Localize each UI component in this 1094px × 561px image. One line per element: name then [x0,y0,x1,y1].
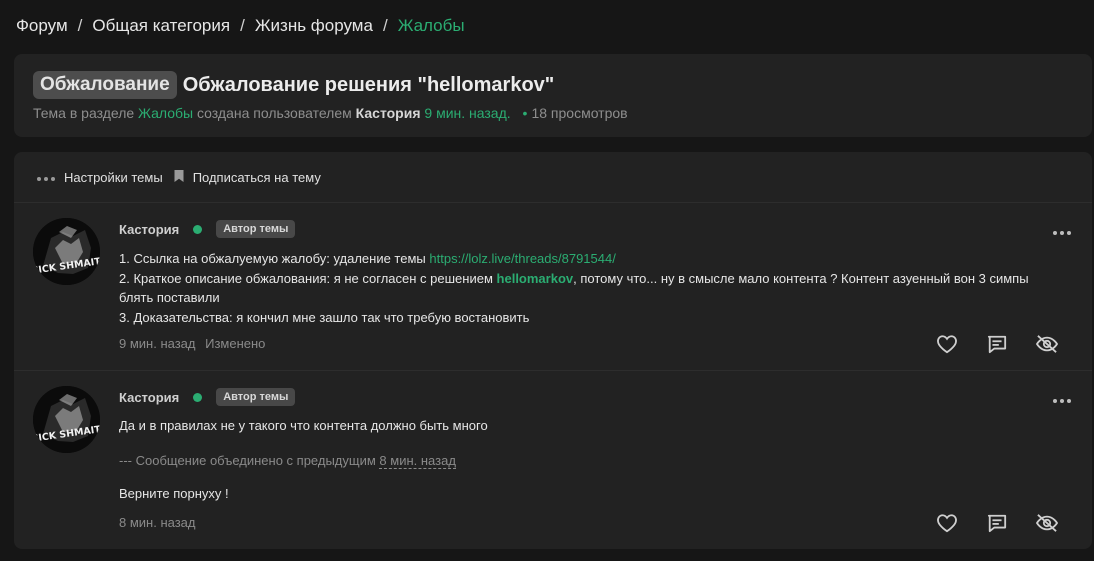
breadcrumb-forum-life[interactable]: Жизнь форума [255,16,373,36]
post-line: 1. Ссылка на обжалуемую жалобу: удаление… [119,249,1079,269]
thread-tools-bar: Настройки темы Подписаться на тему [14,152,1092,203]
post-time[interactable]: 9 мин. назад [119,336,195,351]
hide-icon [1035,513,1059,538]
breadcrumb-general-category[interactable]: Общая категория [92,16,230,36]
post-text: 2. Краткое описание обжалования: я не со… [119,270,493,286]
hide-icon [1035,334,1059,359]
online-status-icon [193,392,203,402]
post-author-row: Кастория Автор темы [119,388,296,406]
post-footer: 8 мин. назад [119,515,195,530]
merged-notice: --- Сообщение объединено с предыдущим 8 … [119,451,1079,471]
avatar[interactable]: NICK SHMAIT [33,218,100,285]
thread-author-badge: Автор темы [216,220,296,238]
reply-icon [986,334,1008,359]
post-line: Да и в правилах не у такого что контента… [119,418,488,433]
thread-settings-button[interactable]: Настройки темы [36,170,163,185]
page-title: Обжалование решения "hellomarkov" [182,73,555,96]
like-button[interactable] [922,513,972,538]
post-author-row: Кастория Автор темы [119,220,296,238]
merged-text: --- Сообщение объединено с предыдущим [119,452,376,468]
thread-author-badge: Автор темы [216,388,296,406]
more-icon [1052,223,1072,240]
posts-block: Настройки темы Подписаться на тему NICK … [14,152,1092,549]
meta-section-link[interactable]: Жалобы [138,105,193,121]
meta-author-link[interactable]: Кастория [356,105,421,121]
avatar[interactable]: NICK SHMAIT [33,386,100,453]
reply-icon [986,513,1008,538]
edited-link[interactable]: Изменено [205,336,265,351]
thread-link[interactable]: https://lolz.live/threads/8791544/ [429,251,615,266]
reply-button[interactable] [972,513,1022,538]
post-content: 1. Ссылка на обжалуемую жалобу: удаление… [119,249,1079,327]
post-line: 2. Краткое описание обжалования: я не со… [119,269,1079,289]
post-more-button[interactable] [1052,391,1072,409]
post-line: блять поставили [119,290,220,305]
meta-text: создана пользователем [197,105,352,121]
like-button[interactable] [922,334,972,359]
heart-icon [936,513,958,538]
post-line: 3. Доказательства: я кончил мне зашло та… [119,309,530,325]
breadcrumb: Форум / Общая категория / Жизнь форума /… [16,16,465,36]
subscribe-button[interactable]: Подписаться на тему [173,169,321,186]
breadcrumb-separator: / [77,16,83,35]
post-time[interactable]: 8 мин. назад [119,515,195,530]
thread-meta: Тема в разделе Жалобы создана пользовате… [33,105,628,121]
mentioned-user-link[interactable]: hellomarkov [497,271,574,286]
meta-time[interactable]: 9 мин. назад. [424,105,510,121]
post: NICK SHMAIT Кастория Автор темы Да и в п… [14,371,1092,548]
thread-prefix-badge[interactable]: Обжалование [33,71,177,99]
breadcrumb-separator: / [240,16,245,35]
merged-time[interactable]: 8 мин. назад [379,452,456,469]
hide-button[interactable] [1022,334,1072,359]
reply-button[interactable] [972,334,1022,359]
post-author-name[interactable]: Кастория [119,222,179,237]
breadcrumb-separator: / [382,16,388,35]
meta-dot: • [522,105,528,121]
post-text: , потому что... ну в смысле мало контент… [573,270,1029,286]
post-text: 1. Ссылка на обжалуемую жалобу: удаление… [119,251,426,266]
dots-icon [36,170,64,185]
post-author-name[interactable]: Кастория [119,390,179,405]
meta-text: Тема в разделе [33,105,135,121]
subscribe-label: Подписаться на тему [192,169,321,185]
bookmark-icon [173,169,193,186]
meta-views: 18 просмотров [531,105,628,121]
heart-icon [936,334,958,359]
thread-title-row: Обжалование Обжалование решения "helloma… [33,71,554,99]
post: NICK SHMAIT Кастория Автор темы 1. Ссылк… [14,203,1092,371]
breadcrumb-complaints[interactable]: Жалобы [398,16,465,36]
breadcrumb-forum[interactable]: Форум [16,16,68,36]
post-more-button[interactable] [1052,223,1072,241]
post-actions [922,513,1072,538]
online-status-icon [193,224,203,234]
post-actions [922,334,1072,359]
post-content: Да и в правилах не у такого что контента… [119,416,1079,504]
thread-settings-label: Настройки темы [64,169,163,185]
more-icon [1052,391,1072,408]
thread-header: Обжалование Обжалование решения "helloma… [14,54,1092,137]
hide-button[interactable] [1022,513,1072,538]
post-line: Верните порнуху ! [119,486,229,501]
post-footer: 9 мин. назад Изменено [119,336,265,351]
